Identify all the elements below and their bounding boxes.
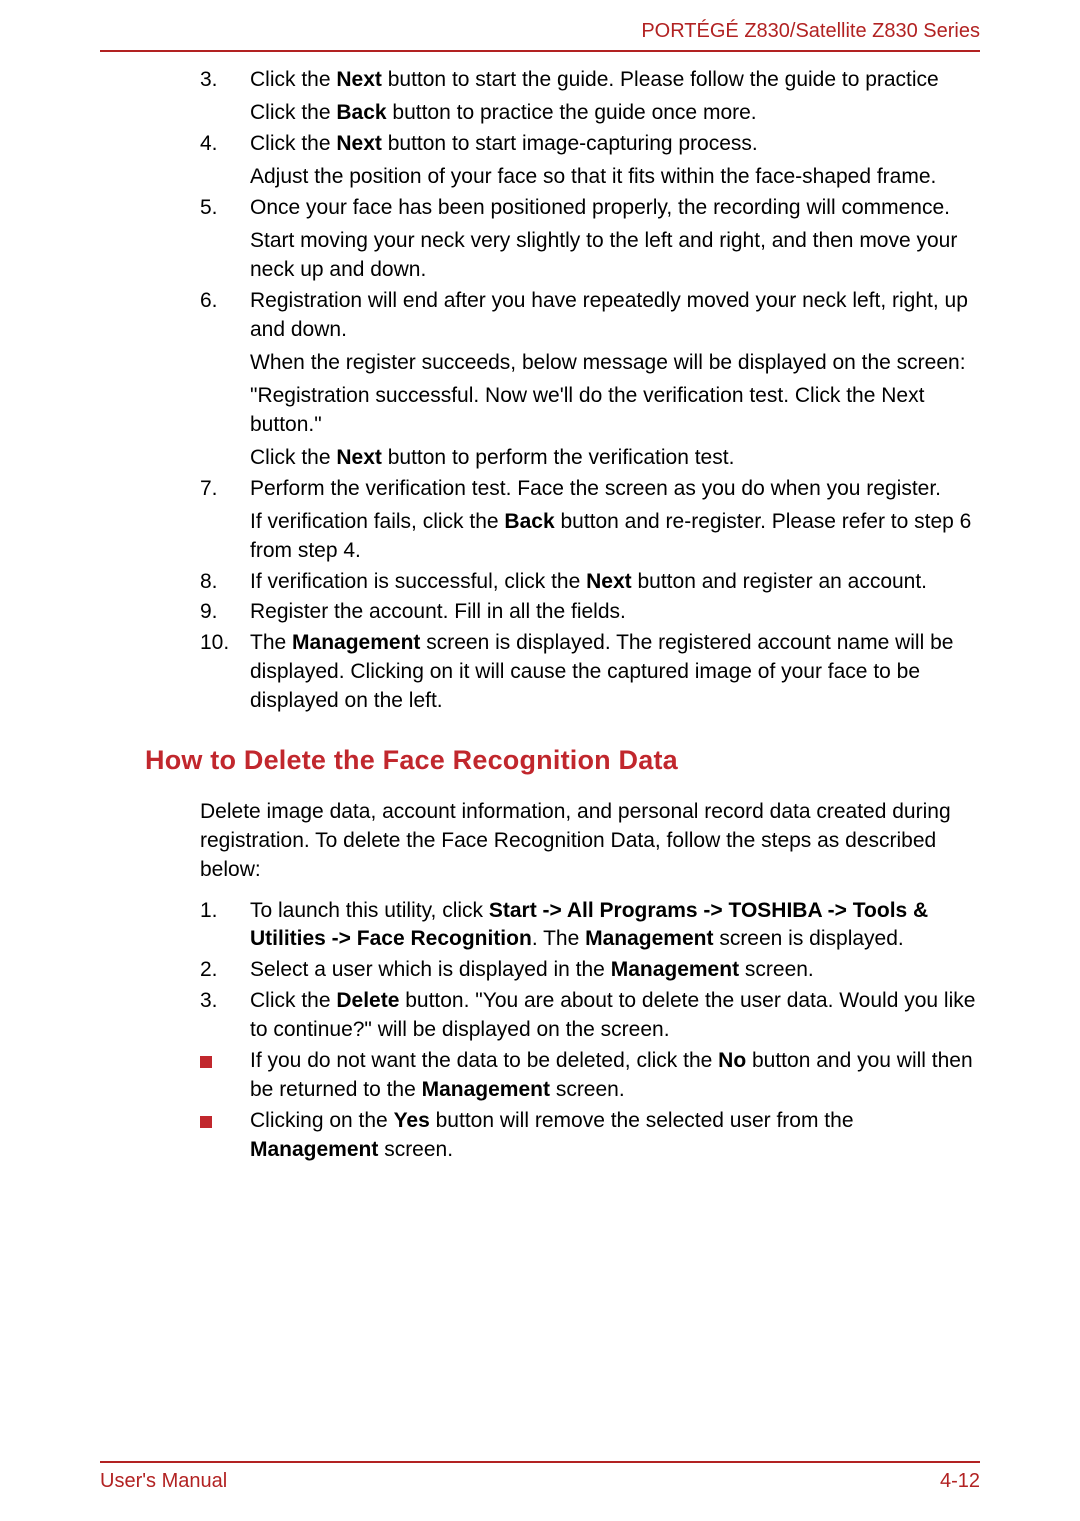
text: screen. [550, 1078, 625, 1101]
text: Click the [250, 446, 336, 469]
item-number: 9. [200, 598, 240, 627]
text: button to perform the verification test. [382, 446, 735, 469]
paragraph: Start moving your neck very slightly to … [250, 227, 980, 285]
text: Click the [250, 989, 336, 1012]
list-item: 6. Registration will end after you have … [200, 287, 980, 473]
bold-text: Next [336, 132, 382, 155]
product-header: PORTÉGÉ Z830/Satellite Z830 Series [641, 20, 980, 43]
bold-text: Management [611, 958, 739, 981]
text: The [250, 631, 292, 654]
text: screen. [739, 958, 814, 981]
text: button to start image-capturing process. [382, 132, 758, 155]
text: Click the [250, 101, 336, 124]
bold-text: Yes [394, 1109, 430, 1132]
text: Click the [250, 132, 336, 155]
item-number: 1. [200, 897, 240, 926]
list-item: 3. Click the Delete button. "You are abo… [200, 987, 980, 1045]
text: screen is displayed. [713, 927, 903, 950]
item-number: 8. [200, 568, 240, 597]
list-item: 8. If verification is successful, click … [200, 568, 980, 597]
item-number: 2. [200, 956, 240, 985]
text: screen. [378, 1138, 453, 1161]
bold-text: Next [336, 446, 382, 469]
square-bullet-icon [200, 1116, 212, 1128]
page: PORTÉGÉ Z830/Satellite Z830 Series 3. Cl… [100, 0, 980, 1521]
paragraph: Click the Back button to practice the gu… [250, 99, 980, 128]
text: If verification fails, click the [250, 510, 504, 533]
list-item: If you do not want the data to be delete… [200, 1047, 980, 1105]
list-item: Clicking on the Yes button will remove t… [200, 1107, 980, 1165]
intro-paragraph: Delete image data, account information, … [200, 798, 980, 885]
paragraph: To launch this utility, click Start -> A… [250, 897, 980, 955]
item-number: 3. [200, 66, 240, 95]
footer-rule [100, 1461, 980, 1463]
section-heading: How to Delete the Face Recognition Data [145, 742, 980, 779]
footer-right: 4-12 [940, 1470, 980, 1493]
paragraph: Click the Next button to start the guide… [250, 66, 980, 95]
header-rule [100, 50, 980, 52]
footer-left: User's Manual [100, 1470, 227, 1493]
item-number: 7. [200, 475, 240, 504]
text: To launch this utility, click [250, 899, 489, 922]
paragraph: If verification is successful, click the… [250, 568, 980, 597]
bold-text: No [718, 1049, 746, 1072]
bold-text: Management [422, 1078, 550, 1101]
paragraph: Select a user which is displayed in the … [250, 956, 980, 985]
paragraph: Click the Delete button. "You are about … [250, 987, 980, 1045]
ordered-list-2: 1. To launch this utility, click Start -… [200, 897, 980, 1046]
item-number: 10. [200, 629, 240, 658]
bold-text: Back [336, 101, 386, 124]
list-item: 4. Click the Next button to start image-… [200, 130, 980, 192]
paragraph: Registration will end after you have rep… [250, 287, 980, 345]
bullet-list: If you do not want the data to be delete… [200, 1047, 980, 1165]
item-number: 3. [200, 987, 240, 1016]
text: Clicking on the [250, 1109, 394, 1132]
paragraph: Clicking on the Yes button will remove t… [250, 1107, 980, 1165]
bold-text: Next [336, 68, 382, 91]
bold-text: Management [250, 1138, 378, 1161]
paragraph: If you do not want the data to be delete… [250, 1047, 980, 1105]
list-item: 3. Click the Next button to start the gu… [200, 66, 980, 128]
paragraph: "Registration successful. Now we'll do t… [250, 382, 980, 440]
paragraph: If verification fails, click the Back bu… [250, 508, 980, 566]
bold-text: Delete [336, 989, 399, 1012]
text: If you do not want the data to be delete… [250, 1049, 718, 1072]
list-item: 1. To launch this utility, click Start -… [200, 897, 980, 955]
ordered-list-1: 3. Click the Next button to start the gu… [200, 66, 980, 716]
bold-text: Management [585, 927, 713, 950]
text: button to practice the guide once more. [387, 101, 757, 124]
text: button and register an account. [632, 570, 927, 593]
paragraph: Adjust the position of your face so that… [250, 163, 980, 192]
text: button will remove the selected user fro… [430, 1109, 854, 1132]
bold-text: Management [292, 631, 420, 654]
item-number: 5. [200, 194, 240, 223]
text: button to start the guide. Please follow… [382, 68, 939, 91]
item-number: 4. [200, 130, 240, 159]
paragraph: Click the Next button to start image-cap… [250, 130, 980, 159]
list-item: 9. Register the account. Fill in all the… [200, 598, 980, 627]
text: Click the [250, 68, 336, 91]
paragraph: The Management screen is displayed. The … [250, 629, 980, 716]
item-number: 6. [200, 287, 240, 316]
paragraph: Register the account. Fill in all the fi… [250, 598, 980, 627]
paragraph: When the register succeeds, below messag… [250, 349, 980, 378]
list-item: 7. Perform the verification test. Face t… [200, 475, 980, 566]
paragraph: Perform the verification test. Face the … [250, 475, 980, 504]
list-item: 2. Select a user which is displayed in t… [200, 956, 980, 985]
list-item: 10. The Management screen is displayed. … [200, 629, 980, 716]
text: . The [532, 927, 585, 950]
page-content: 3. Click the Next button to start the gu… [100, 66, 980, 1167]
text: Select a user which is displayed in the [250, 958, 611, 981]
paragraph: Once your face has been positioned prope… [250, 194, 980, 223]
bold-text: Next [586, 570, 632, 593]
bold-text: Back [504, 510, 554, 533]
list-item: 5. Once your face has been positioned pr… [200, 194, 980, 285]
paragraph: Click the Next button to perform the ver… [250, 444, 980, 473]
text: If verification is successful, click the [250, 570, 586, 593]
square-bullet-icon [200, 1056, 212, 1068]
